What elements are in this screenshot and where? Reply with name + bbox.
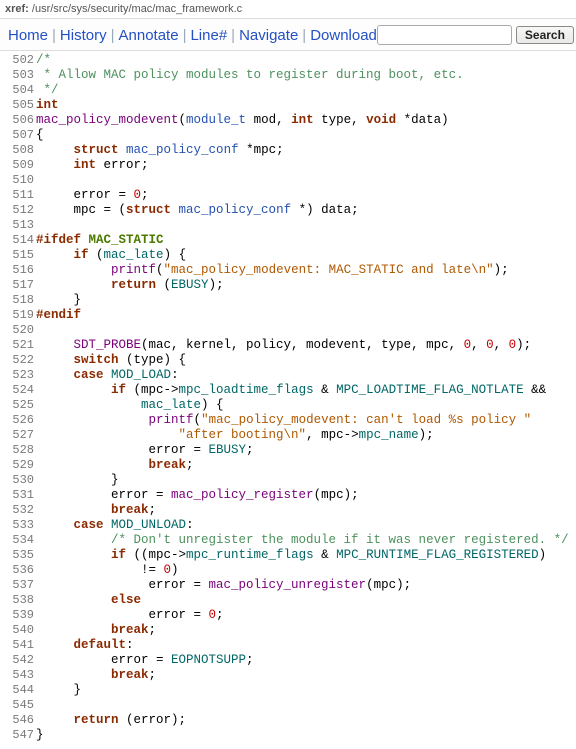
nav-home[interactable]: Home	[8, 27, 48, 44]
search-input[interactable]	[377, 25, 512, 45]
nav-navigate[interactable]: Navigate	[239, 27, 298, 44]
nav-history[interactable]: History	[60, 27, 107, 44]
search-button[interactable]: Search	[516, 26, 574, 44]
nav-annotate[interactable]: Annotate	[119, 27, 179, 44]
nav-download[interactable]: Download	[310, 27, 377, 44]
nav-line[interactable]: Line#	[190, 27, 227, 44]
nav-bar: Home| History| Annotate| Line#| Navigate…	[0, 18, 576, 51]
xref-path: xref: /usr/src/sys/security/mac/mac_fram…	[0, 0, 576, 18]
code-area: 502/* 503 * Allow MAC policy modules to …	[0, 51, 576, 749]
xref-link[interactable]: /usr/src/sys/security/mac/mac_framework.…	[32, 3, 242, 15]
